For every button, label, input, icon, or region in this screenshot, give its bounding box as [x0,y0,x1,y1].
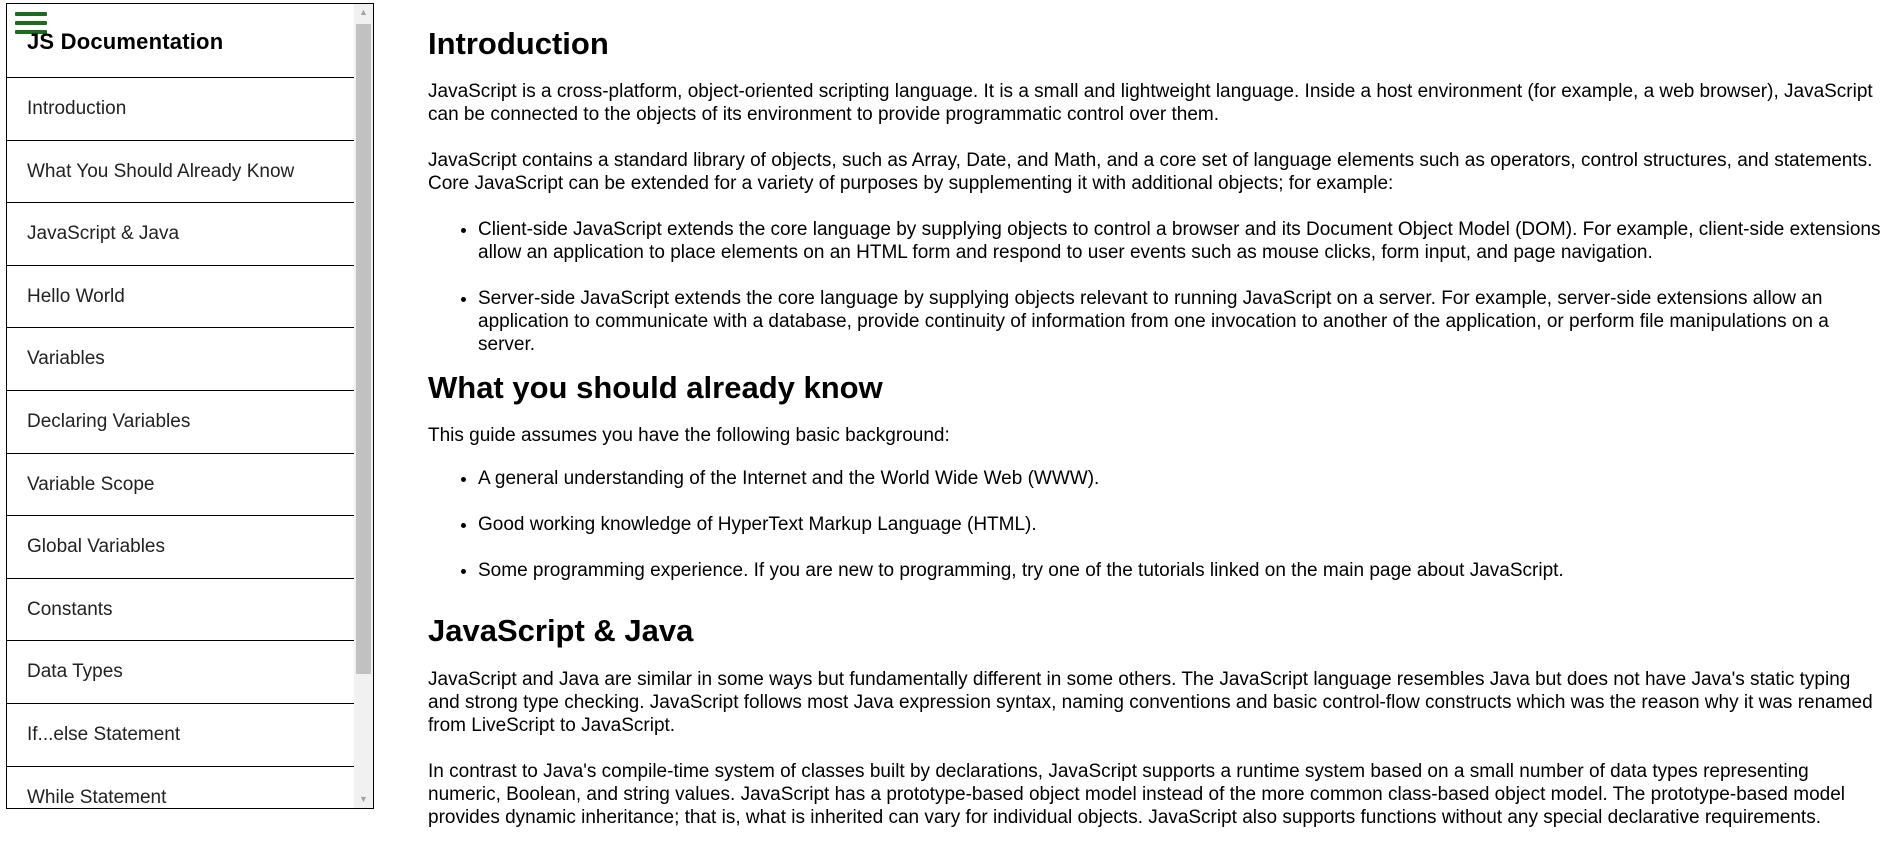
main-doc: Introduction JavaScript is a cross-platf… [428,0,1884,859]
sidebar-item-variables[interactable]: Variables [7,328,354,391]
sidebar-item-introduction[interactable]: Introduction [7,78,354,141]
sidebar-item-while-statement[interactable]: While Statement [7,767,354,808]
sidebar-title: JS Documentation [27,29,224,54]
sidebar-header: JS Documentation [7,4,354,78]
sidebar-item-variable-scope[interactable]: Variable Scope [7,454,354,517]
list-item: Good working knowledge of HyperText Mark… [478,513,1884,536]
list-item: Some programming experience. If you are … [478,559,1884,582]
section-title: Introduction [428,26,609,61]
section-title: What you should already know [428,370,883,406]
sidebar-item-if-else-statement[interactable]: If...else Statement [7,704,354,767]
paragraph: In contrast to Java's compile-time syste… [428,760,1845,828]
section-title: JavaScript & Java [428,613,694,649]
paragraph: JavaScript and Java are similar in some … [428,668,1873,736]
section-javascript-and-java: JavaScript & Java JavaScript and Java ar… [428,612,1884,828]
hamburger-line [15,12,47,16]
sidebar-item-data-types[interactable]: Data Types [7,641,354,704]
scroll-up-arrow-icon[interactable]: ▲ [354,4,373,21]
scroll-down-arrow-icon[interactable]: ▼ [354,791,373,808]
sidebar-scrollbar[interactable]: ▲ ▼ [354,4,373,808]
section-introduction: Introduction JavaScript is a cross-platf… [428,25,1884,356]
section-what-you-should-already-know: What you should already know This guide … [428,369,1884,582]
paragraph: JavaScript contains a standard library o… [428,150,1873,195]
bullet-list: Client-side JavaScript extends the core … [428,218,1884,356]
paragraph: This guide assumes you have the followin… [428,425,950,447]
bullet-list: A general understanding of the Internet … [428,467,1884,582]
sidebar-nav: JS Documentation Introduction What You S… [6,3,374,809]
sidebar-item-global-variables[interactable]: Global Variables [7,516,354,579]
hamburger-line [15,21,47,25]
paragraph: JavaScript is a cross-platform, object-o… [428,81,1873,126]
sidebar-item-constants[interactable]: Constants [7,579,354,642]
scrollbar-thumb[interactable] [356,24,371,674]
list-item: A general understanding of the Internet … [478,467,1884,490]
sidebar-item-hello-world[interactable]: Hello World [7,266,354,329]
list-item: Client-side JavaScript extends the core … [478,218,1884,264]
list-item: Server-side JavaScript extends the core … [478,287,1884,356]
sidebar-item-javascript-and-java[interactable]: JavaScript & Java [7,203,354,266]
sidebar-item-declaring-variables[interactable]: Declaring Variables [7,391,354,454]
sidebar-scroll-content[interactable]: JS Documentation Introduction What You S… [7,4,354,808]
sidebar-item-what-you-should-already-know[interactable]: What You Should Already Know [7,141,354,204]
sidebar-list: Introduction What You Should Already Kno… [7,78,354,808]
